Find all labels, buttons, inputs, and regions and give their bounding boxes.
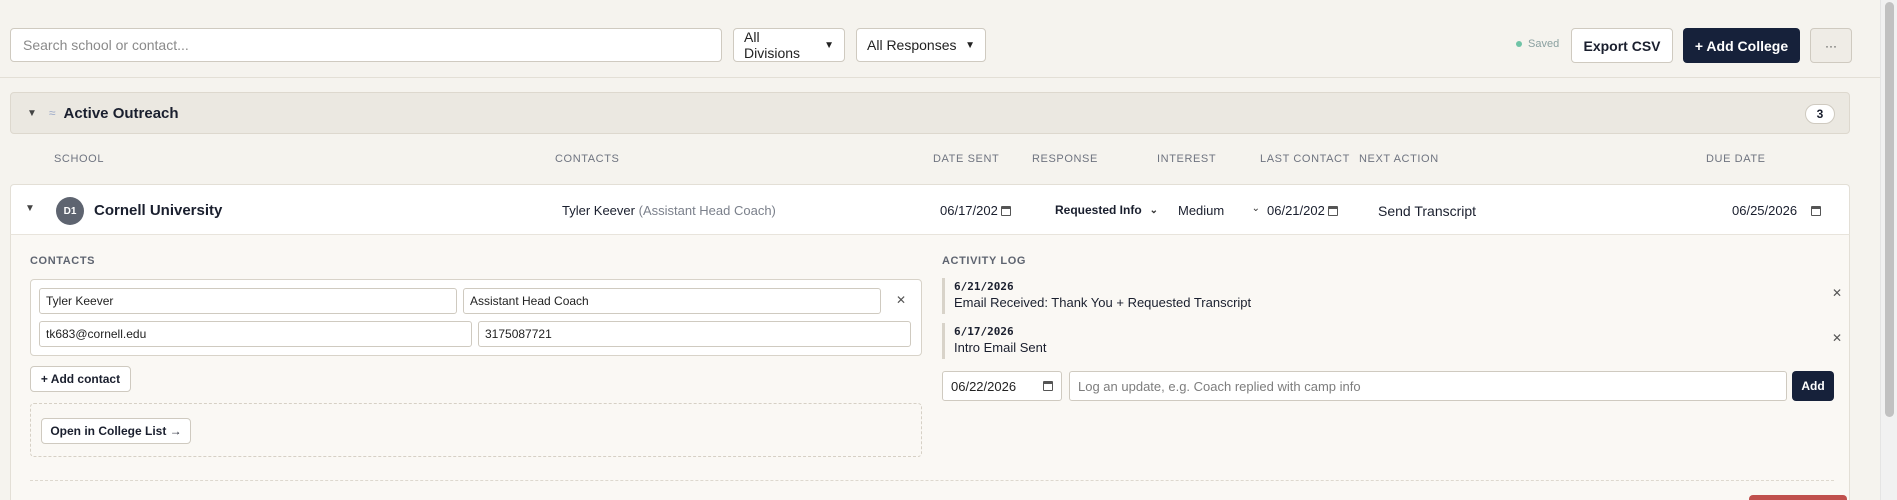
due-date-input[interactable]: 06/25/2026 — [1732, 203, 1822, 218]
saved-status: Saved — [1516, 38, 1559, 50]
chevron-down-icon: ▼ — [965, 39, 975, 51]
column-header-school: SCHOOL — [54, 153, 105, 165]
group-header-active-outreach[interactable]: ▼ ≈ Active Outreach 3 — [10, 92, 1850, 134]
log-entry-text: Intro Email Sent — [954, 340, 1047, 355]
division-filter-value: All Divisions — [744, 29, 801, 61]
interest-value: Medium — [1178, 203, 1225, 218]
calendar-icon[interactable] — [1327, 205, 1338, 216]
more-options-button[interactable]: ··· — [1810, 28, 1852, 63]
column-header-interest: INTEREST — [1157, 153, 1217, 165]
log-entry-date: 6/21/2026 — [954, 280, 1014, 293]
division-filter-select[interactable]: All Divisions ▼ — [733, 28, 845, 62]
delete-log-icon[interactable]: ✕ — [1832, 331, 1842, 345]
contact-name: Tyler Keever — [562, 203, 635, 218]
calendar-icon[interactable] — [1811, 205, 1822, 216]
group-title: Active Outreach — [63, 104, 179, 122]
caret-down-icon[interactable]: ▼ — [25, 203, 35, 214]
contact-phone-field[interactable]: 3175087721 — [478, 321, 911, 347]
log-entry-date: 6/17/2026 — [954, 325, 1014, 338]
log-entry: 6/21/2026 Email Received: Thank You + Re… — [942, 278, 1842, 314]
chevron-down-icon: ⌄ — [1149, 204, 1159, 216]
table-row[interactable]: ▼ D1 Cornell University Tyler Keever (As… — [10, 184, 1850, 234]
saved-label: Saved — [1528, 38, 1560, 50]
last-contact-input[interactable]: 06/21/202 — [1267, 203, 1338, 218]
due-date-value: 06/25/2026 — [1732, 203, 1798, 218]
response-select[interactable]: Requested Info ⌄ — [1055, 203, 1158, 217]
log-entry: 6/17/2026 Intro Email Sent ✕ — [942, 323, 1842, 359]
scrollbar[interactable] — [1880, 0, 1897, 500]
scrollbar-thumb[interactable] — [1885, 2, 1894, 417]
open-in-college-list-button[interactable]: Open in College List → — [41, 418, 191, 444]
column-header-next-action: NEXT ACTION — [1359, 153, 1439, 165]
interest-select[interactable]: Medium ⌄ — [1178, 203, 1260, 218]
search-input[interactable] — [10, 28, 722, 62]
log-update-input[interactable] — [1069, 371, 1787, 401]
remove-contact-icon[interactable]: ✕ — [896, 293, 906, 307]
contact-email-field[interactable]: tk683@cornell.edu — [39, 321, 472, 347]
date-sent-input[interactable]: 06/17/202 — [940, 203, 1011, 218]
contact-name-field[interactable]: Tyler Keever — [39, 288, 457, 314]
last-contact-value: 06/21/202 — [1267, 203, 1325, 218]
column-header-date-sent: DATE SENT — [933, 153, 1000, 165]
school-name: Cornell University — [94, 202, 223, 219]
log-date-value: 06/22/2026 — [951, 378, 1017, 394]
contacts-section-title: CONTACTS — [30, 255, 96, 267]
log-entry-text: Email Received: Thank You + Requested Tr… — [954, 295, 1252, 310]
calendar-icon[interactable] — [1043, 381, 1053, 391]
calendar-icon[interactable] — [1000, 205, 1011, 216]
response-value: Requested Info — [1055, 203, 1142, 217]
contact-role: (Assistant Head Coach) — [638, 203, 776, 218]
saved-dot-icon — [1516, 41, 1522, 47]
log-date-input[interactable]: 06/22/2026 — [942, 371, 1062, 401]
response-filter-select[interactable]: All Responses ▼ — [856, 28, 986, 62]
divider — [30, 480, 1834, 481]
next-action-field[interactable]: Send Transcript — [1378, 203, 1476, 219]
add-college-button[interactable]: + Add College — [1683, 28, 1800, 63]
add-log-button[interactable]: Add — [1792, 371, 1834, 401]
chevron-down-icon: ⌄ — [1251, 203, 1260, 214]
contact-card: Tyler Keever Assistant Head Coach ✕ tk68… — [30, 279, 922, 356]
response-filter-value: All Responses — [867, 37, 957, 53]
division-badge: D1 — [56, 197, 84, 225]
delete-log-icon[interactable]: ✕ — [1832, 286, 1842, 300]
wave-icon: ≈ — [48, 106, 56, 120]
delete-button[interactable] — [1749, 495, 1847, 500]
add-contact-button[interactable]: + Add contact — [30, 366, 131, 392]
toolbar: All Divisions ▼ All Responses ▼ Saved Ex… — [0, 0, 1880, 78]
column-header-last-contact: LAST CONTACT — [1260, 153, 1350, 165]
group-count-badge: 3 — [1805, 104, 1835, 124]
more-icon: ··· — [1825, 38, 1837, 53]
column-header-contacts: CONTACTS — [555, 153, 620, 165]
row-details-panel: CONTACTS Tyler Keever Assistant Head Coa… — [10, 234, 1850, 500]
activity-log-title: ACTIVITY LOG — [942, 255, 1027, 267]
export-csv-button[interactable]: Export CSV — [1571, 28, 1673, 63]
college-list-box: Open in College List → — [30, 403, 922, 457]
chevron-down-icon: ▼ — [824, 39, 834, 51]
caret-down-icon[interactable]: ▼ — [27, 108, 37, 119]
primary-contact: Tyler Keever (Assistant Head Coach) — [562, 203, 776, 218]
column-header-response: RESPONSE — [1032, 153, 1098, 165]
column-header-due-date: DUE DATE — [1706, 153, 1766, 165]
contact-role-field[interactable]: Assistant Head Coach — [463, 288, 881, 314]
date-sent-value: 06/17/202 — [940, 203, 998, 218]
